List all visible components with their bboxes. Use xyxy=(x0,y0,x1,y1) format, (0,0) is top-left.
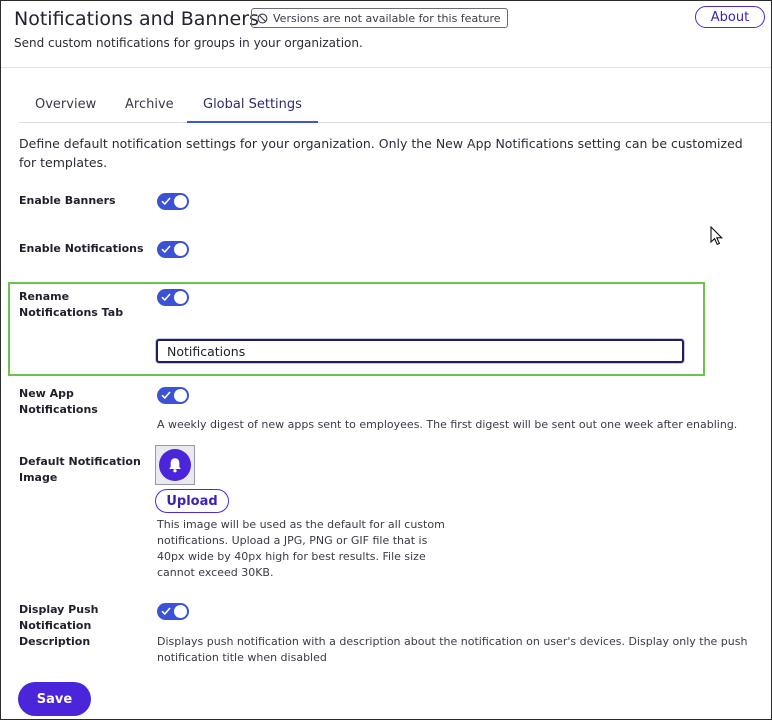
rename-tab-label: Rename Notifications Tab xyxy=(19,290,124,319)
page-subtitle: Send custom notifications for groups in … xyxy=(14,36,363,50)
check-icon xyxy=(161,391,171,400)
no-entry-icon xyxy=(257,13,268,23)
settings-description: Define default notification settings for… xyxy=(19,136,743,170)
check-icon xyxy=(161,245,171,254)
push-description-label: Display Push Notification Description xyxy=(19,603,99,648)
push-description-help: Displays push notification with a descri… xyxy=(157,635,748,664)
new-app-help: A weekly digest of new apps sent to empl… xyxy=(157,418,738,431)
new-app-label: New App Notifications xyxy=(19,387,98,416)
toggle-knob xyxy=(174,291,187,304)
save-button[interactable]: Save xyxy=(18,682,91,716)
toggle-knob xyxy=(174,243,187,256)
tab-overview[interactable]: Overview xyxy=(19,87,112,123)
bell-icon xyxy=(169,458,181,473)
check-icon xyxy=(161,293,171,302)
mouse-pointer-icon xyxy=(710,226,724,246)
about-button[interactable]: About xyxy=(695,6,765,28)
tab-bar: Overview Archive Global Settings xyxy=(19,87,771,123)
push-description-toggle[interactable] xyxy=(157,603,189,620)
enable-notifications-label: Enable Notifications xyxy=(19,242,144,255)
rename-tab-input[interactable] xyxy=(156,339,684,363)
default-image-label: Default Notification Image xyxy=(19,455,141,484)
bell-icon-circle xyxy=(159,449,191,481)
app-frame: Notifications and Banners Versions are n… xyxy=(0,0,772,720)
rename-tab-toggle[interactable] xyxy=(157,289,189,306)
page-title: Notifications and Banners xyxy=(14,8,259,30)
check-icon xyxy=(161,197,171,206)
default-image-help: This image will be used as the default f… xyxy=(157,518,445,579)
versions-badge: Versions are not available for this feat… xyxy=(251,8,508,28)
enable-notifications-toggle[interactable] xyxy=(157,241,189,258)
enable-banners-label: Enable Banners xyxy=(19,194,116,207)
toggle-knob xyxy=(174,195,187,208)
check-icon xyxy=(161,607,171,616)
tab-archive[interactable]: Archive xyxy=(109,87,190,123)
default-image-preview xyxy=(155,445,195,485)
header-divider xyxy=(1,67,771,68)
tab-global-settings[interactable]: Global Settings xyxy=(187,87,318,123)
new-app-toggle[interactable] xyxy=(157,387,189,404)
enable-banners-toggle[interactable] xyxy=(157,193,189,210)
toggle-knob xyxy=(174,605,187,618)
toggle-knob xyxy=(174,389,187,402)
upload-button[interactable]: Upload xyxy=(155,489,229,513)
versions-badge-text: Versions are not available for this feat… xyxy=(273,11,501,25)
